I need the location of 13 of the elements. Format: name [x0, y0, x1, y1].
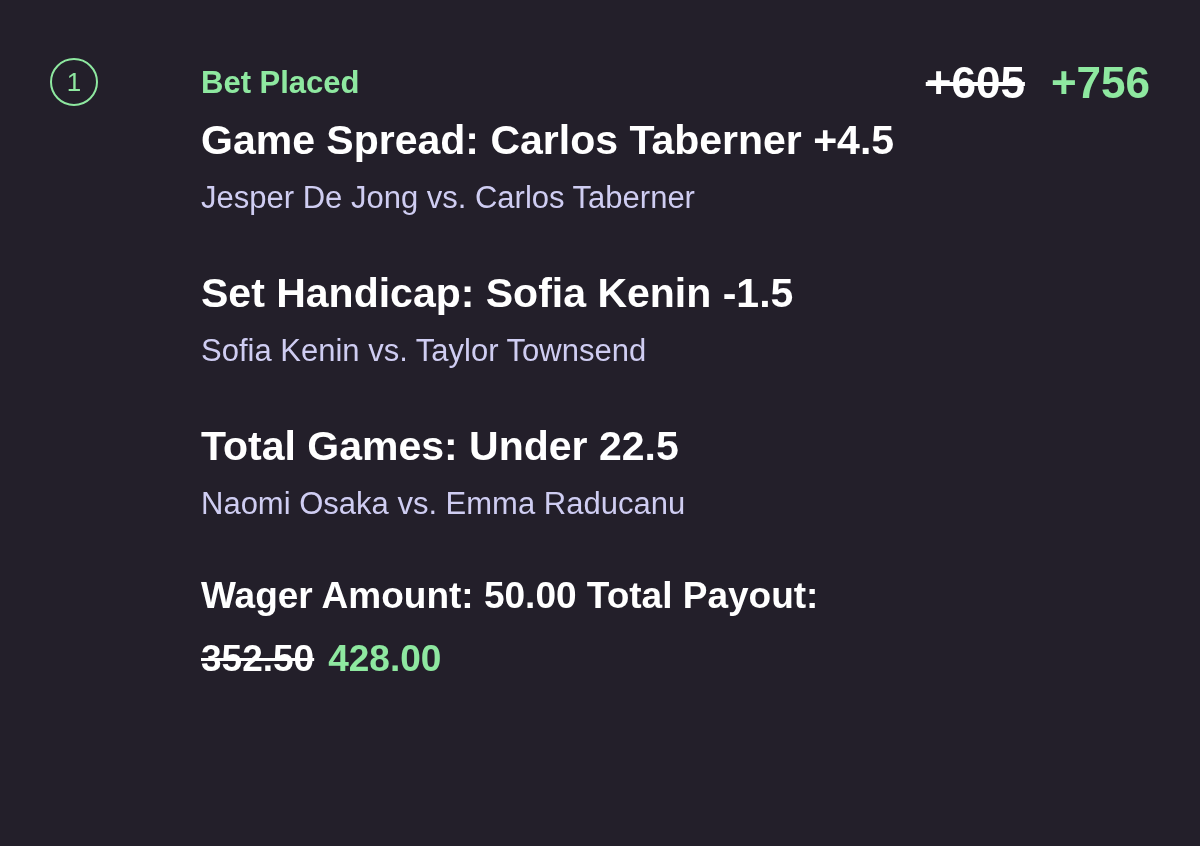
match-name: Jesper De Jong vs. Carlos Taberner: [201, 179, 696, 217]
original-odds: +605: [925, 58, 1025, 108]
bet-market: Set Handicap: Sofia Kenin -1.5: [201, 269, 795, 318]
boosted-odds: +756: [1050, 58, 1150, 108]
wager-text: Wager Amount: 50.00 Total Payout:: [201, 574, 820, 618]
match-name: Naomi Osaka vs. Emma Raducanu: [201, 485, 687, 523]
bet-status: Bet Placed: [201, 65, 360, 101]
boosted-payout: 428.00: [328, 637, 442, 681]
bet-market: Game Spread: Carlos Taberner +4.5: [201, 116, 896, 165]
original-payout: 352.50: [201, 637, 315, 681]
match-name: Sofia Kenin vs. Taylor Townsend: [201, 332, 648, 370]
bet-market: Total Games: Under 22.5: [201, 422, 680, 471]
step-number: 1: [50, 58, 98, 106]
